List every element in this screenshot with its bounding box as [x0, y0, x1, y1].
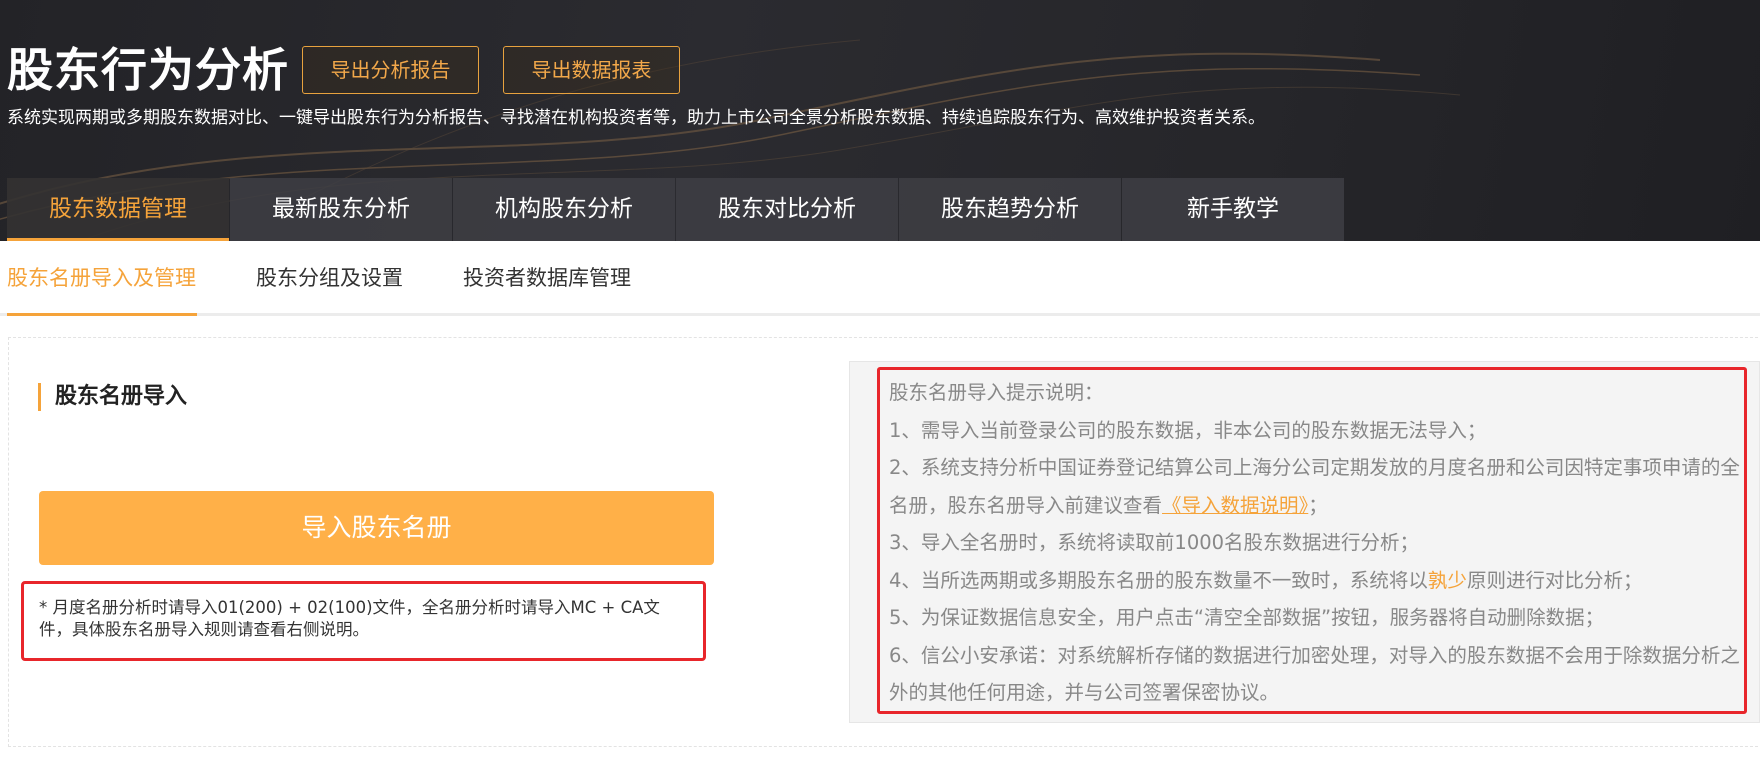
- hint-text-block: 股东名册导入提示说明： 1、需导入当前登录公司的股东数据，非本公司的股东数据无法…: [889, 374, 1744, 712]
- hint-item-4-text: 4、当所选两期或多期股东名册的股东数量不一致时，系统将以: [889, 568, 1428, 592]
- section-title: 股东名册导入: [38, 383, 187, 411]
- hint-item-6: 6、信公小安承诺：对系统解析存储的数据进行加密处理，对导入的股东数据不会用于除数…: [889, 643, 1740, 705]
- page-title: 股东行为分析: [7, 43, 289, 97]
- header-banner: 股东行为分析 导出分析报告 导出数据报表 系统实现两期或多期股东数据对比、一键导…: [0, 0, 1760, 241]
- page-subtitle: 系统实现两期或多期股东数据对比、一键导出股东行为分析报告、寻找潜在机构投资者等，…: [7, 108, 1265, 128]
- subtab-register-import-management[interactable]: 股东名册导入及管理: [7, 263, 196, 293]
- tab-shareholder-trend-analysis[interactable]: 股东趋势分析: [899, 178, 1121, 241]
- hint-item-2-end: ；: [1308, 493, 1328, 517]
- tab-latest-shareholder-analysis[interactable]: 最新股东分析: [230, 178, 452, 241]
- import-register-button[interactable]: 导入股东名册: [39, 491, 714, 565]
- export-data-button[interactable]: 导出数据报表: [503, 46, 680, 94]
- hint-item-4: 4、当所选两期或多期股东名册的股东数量不一致时，系统将以孰少原则进行对比分析；: [889, 562, 1744, 600]
- tab-institutional-shareholder-analysis[interactable]: 机构股东分析: [453, 178, 675, 241]
- hint-item-1: 1、需导入当前登录公司的股东数据，非本公司的股东数据无法导入；: [889, 418, 1487, 442]
- hint-item-3: 3、导入全名册时，系统将读取前1000名股东数据进行分析；: [889, 531, 1420, 554]
- hint-item-5: 5、为保证数据信息安全，用户点击“清空全部数据”按钮，服务器将自动删除数据；: [889, 606, 1605, 629]
- subtab-investor-database-management[interactable]: 投资者数据库管理: [463, 263, 631, 293]
- tab-beginner-tutorial[interactable]: 新手教学: [1122, 178, 1344, 241]
- subtab-shareholder-grouping-settings[interactable]: 股东分组及设置: [256, 263, 403, 293]
- main-tab-bar: 股东数据管理 最新股东分析 机构股东分析 股东对比分析 股东趋势分析 新手教学: [7, 178, 1345, 241]
- hint-item-2: 2、系统支持分析中国证券登记结算公司上海分公司定期发放的月度名册和公司因特定事项…: [889, 449, 1744, 524]
- hint-item-4-end: 原则进行对比分析；: [1466, 568, 1643, 592]
- active-subtab-indicator: [7, 313, 197, 316]
- import-data-guide-link[interactable]: 《导入数据说明》: [1162, 494, 1308, 517]
- import-note: * 月度名册分析时请导入01(200) + 02(100)文件，全名册分析时请导…: [39, 598, 660, 639]
- hint-heading: 股东名册导入提示说明：: [889, 381, 1104, 404]
- export-report-button[interactable]: 导出分析报告: [302, 46, 479, 94]
- hint-item-4-highlight: 孰少: [1427, 568, 1467, 592]
- sub-tab-bar: 股东名册导入及管理 股东分组及设置 投资者数据库管理: [0, 241, 1760, 316]
- tab-shareholder-data-management[interactable]: 股东数据管理: [7, 178, 229, 241]
- tab-shareholder-comparison-analysis[interactable]: 股东对比分析: [676, 178, 898, 241]
